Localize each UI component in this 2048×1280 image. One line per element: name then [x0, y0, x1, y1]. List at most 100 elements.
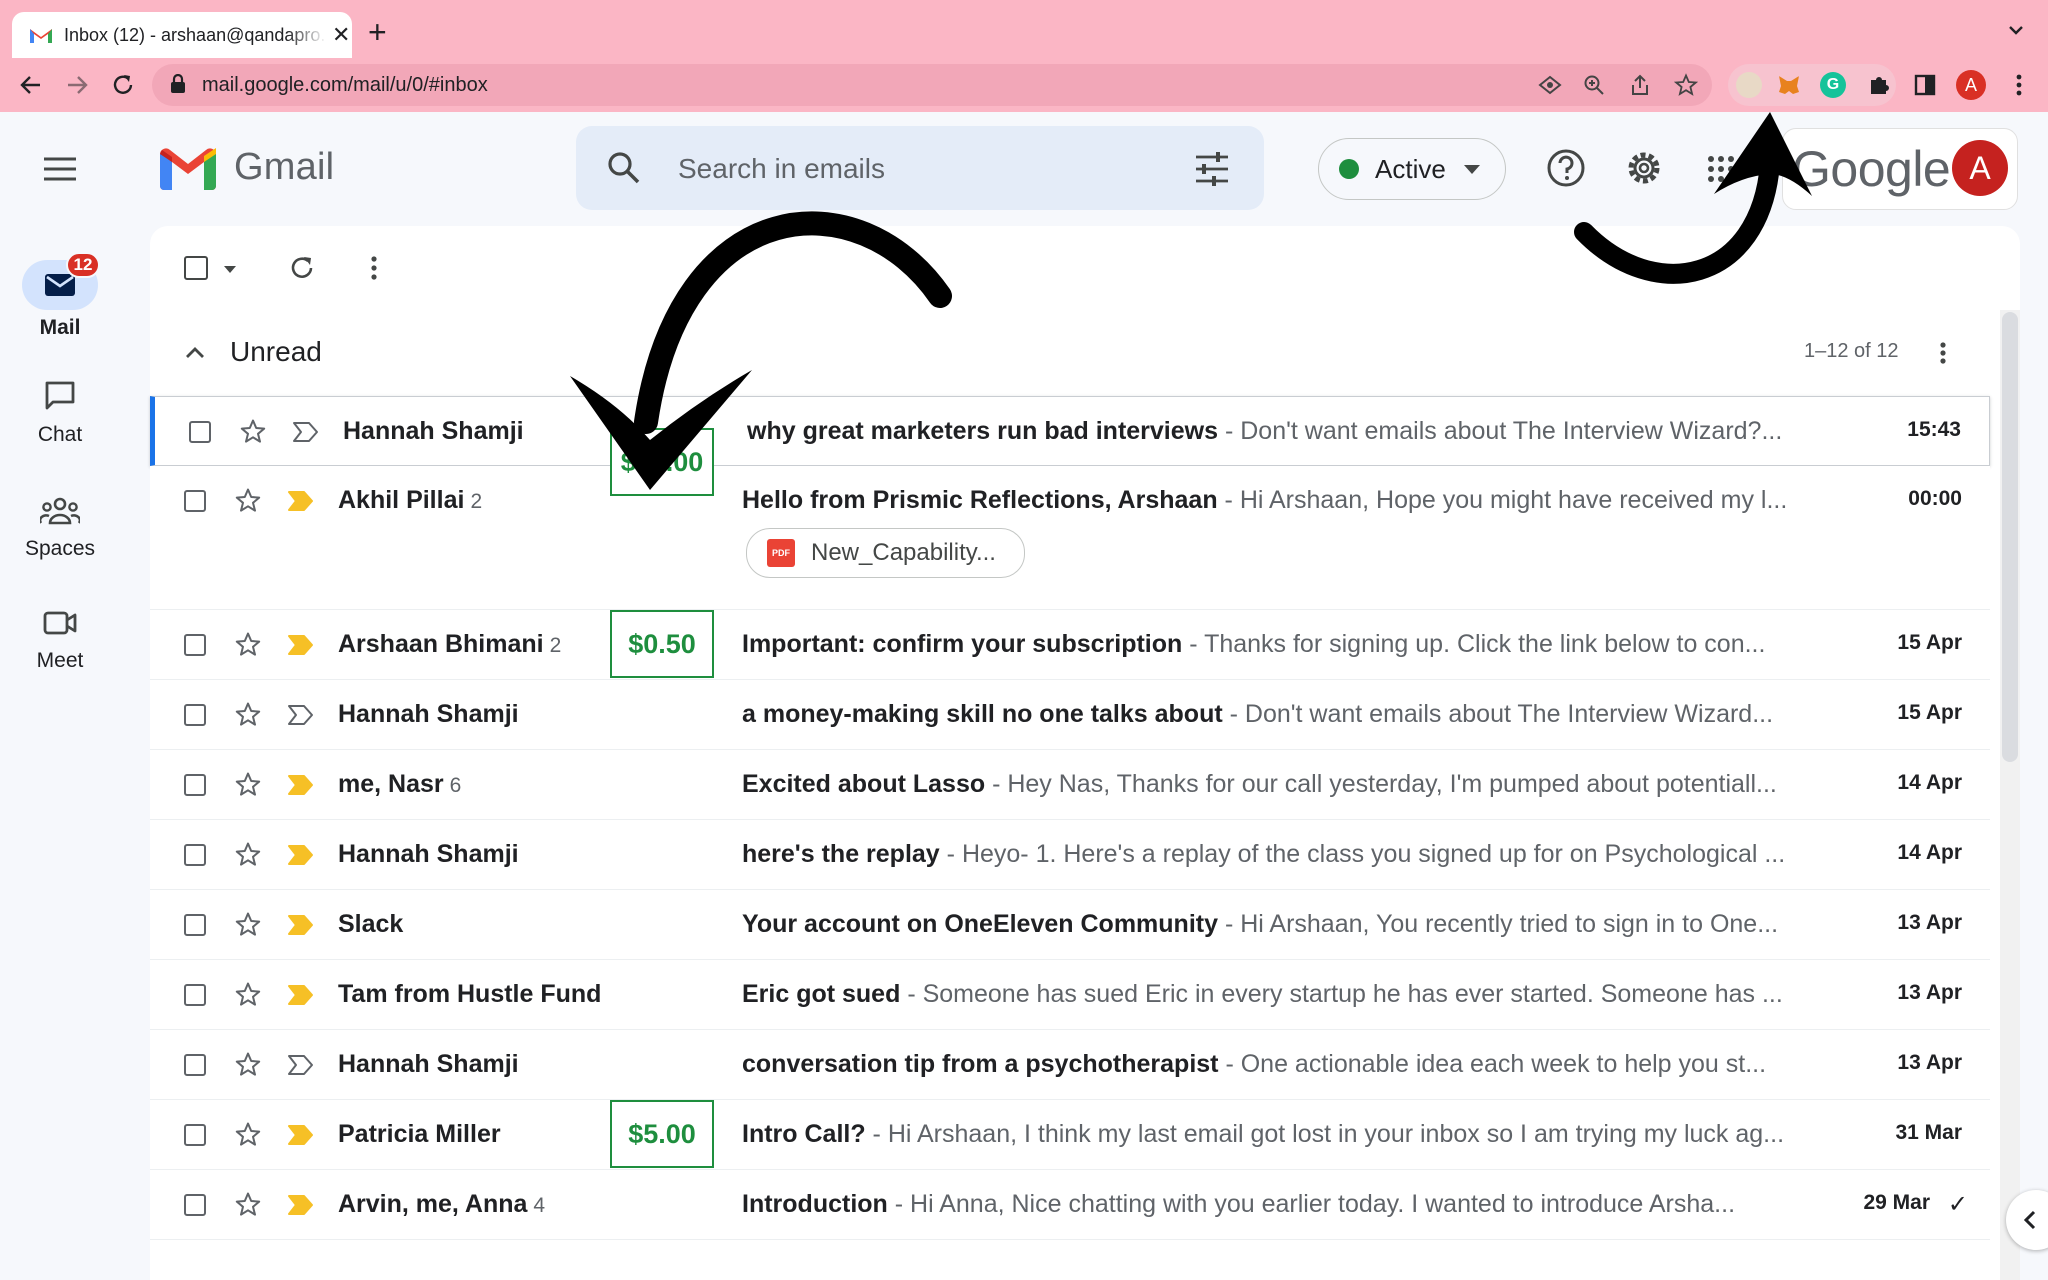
email-row[interactable]: Arvin, me, Anna 4 Introduction - Hi Anna, … — [150, 1170, 1990, 1240]
row-checkbox[interactable] — [184, 1124, 206, 1146]
more-actions-icon[interactable] — [360, 254, 388, 282]
tab-search-chevron-icon[interactable] — [2006, 20, 2026, 40]
email-row[interactable]: Akhil Pillai2$25.00Hello from Prismic Re… — [150, 428, 1990, 610]
price-tag: $0.50 — [610, 610, 714, 678]
email-subject: Your account on OneEleven Community — [742, 910, 1218, 938]
row-checkbox[interactable] — [184, 704, 206, 726]
main-menu-icon[interactable] — [42, 154, 78, 184]
gmail-logo-icon[interactable] — [160, 148, 216, 190]
email-snippet: Hi Arshaan, I think my last email got lo… — [887, 1120, 1785, 1148]
row-checkbox[interactable] — [184, 984, 206, 1006]
email-row[interactable]: Hannah Shamji here's the replay - Heyo- 1… — [150, 820, 1990, 890]
importance-marker-icon[interactable] — [286, 1194, 314, 1216]
star-icon[interactable] — [234, 631, 262, 659]
row-checkbox[interactable] — [189, 421, 211, 443]
email-row[interactable]: Patricia Miller $5.00 Intro Call? - Hi Ars… — [150, 1100, 1990, 1170]
importance-marker-icon[interactable] — [286, 984, 314, 1006]
metamask-fox-icon[interactable] — [1776, 72, 1802, 98]
section-options-icon[interactable] — [1930, 340, 1956, 366]
rail-chat-button[interactable]: Chat — [0, 380, 120, 447]
back-icon[interactable] — [18, 72, 44, 98]
email-row[interactable]: Hannah Shamji conversation tip from a psy… — [150, 1030, 1990, 1100]
attachment-chip[interactable]: PDF New_Capability... — [746, 528, 1025, 578]
email-date: 13 Apr — [1897, 911, 1962, 934]
importance-marker-icon[interactable] — [286, 844, 314, 866]
privacy-eye-icon[interactable] — [1538, 73, 1562, 97]
star-icon[interactable] — [234, 1191, 262, 1219]
email-row[interactable]: Arshaan Bhimani 2 $0.50 Important: confirm … — [150, 610, 1990, 680]
importance-marker-icon[interactable] — [286, 1054, 314, 1076]
rail-spaces-button[interactable]: Spaces — [0, 496, 120, 561]
row-checkbox[interactable] — [184, 844, 206, 866]
subject-line: Your account on OneEleven Community - Hi… — [742, 910, 1954, 939]
browser-profile-avatar[interactable]: A — [1956, 70, 1986, 100]
email-date: 14 Apr — [1897, 841, 1962, 864]
browser-menu-icon[interactable] — [2006, 72, 2032, 98]
section-collapse-chevron-icon[interactable] — [182, 340, 208, 366]
importance-marker-icon[interactable] — [286, 914, 314, 936]
rail-meet-button[interactable]: Meet — [0, 608, 120, 673]
lock-icon[interactable] — [170, 74, 186, 94]
subject-separator: - — [1217, 486, 1240, 514]
refresh-icon[interactable] — [288, 254, 316, 282]
tab-close-icon[interactable]: ✕ — [332, 24, 350, 46]
star-icon[interactable] — [234, 1051, 262, 1079]
rail-spaces-label: Spaces — [24, 537, 96, 560]
url-text[interactable]: mail.google.com/mail/u/0/#inbox — [202, 74, 488, 97]
status-label: Active — [1375, 153, 1446, 184]
extensions-puzzle-icon[interactable] — [1866, 72, 1892, 98]
reload-icon[interactable] — [110, 72, 136, 98]
row-checkbox[interactable] — [184, 914, 206, 936]
browser-tab[interactable]: Inbox (12) - arshaan@qandapro.com ✕ — [12, 12, 352, 58]
bookmark-star-icon[interactable] — [1674, 73, 1698, 97]
select-all-checkbox[interactable] — [184, 256, 208, 280]
price-tag: $5.00 — [610, 1100, 714, 1168]
email-row[interactable]: Hannah Shamji why great marketers run bad… — [150, 396, 1990, 466]
select-menu-caret-icon[interactable] — [224, 266, 236, 273]
zoom-icon[interactable] — [1582, 73, 1606, 97]
status-dropdown[interactable]: Active — [1318, 138, 1506, 200]
row-checkbox[interactable] — [184, 490, 206, 512]
importance-marker-icon[interactable] — [291, 421, 319, 443]
star-icon[interactable] — [234, 1121, 262, 1149]
search-icon[interactable] — [606, 150, 642, 186]
star-icon[interactable] — [234, 771, 262, 799]
gmail-wordmark[interactable]: Gmail — [234, 146, 334, 189]
email-row[interactable]: me, Nasr 6 Excited about Lasso - Hey Nas, … — [150, 750, 1990, 820]
importance-marker-icon[interactable] — [286, 774, 314, 796]
forward-icon[interactable] — [64, 72, 90, 98]
scrollbar-thumb[interactable] — [2002, 312, 2018, 762]
importance-marker-icon[interactable] — [286, 634, 314, 656]
side-panel-icon[interactable] — [1912, 72, 1938, 98]
subject-line: Eric got sued - Someone has sued Eric in… — [742, 980, 1954, 1009]
account-avatar[interactable]: A — [1952, 140, 2008, 196]
importance-marker-icon[interactable] — [286, 704, 314, 726]
new-tab-button[interactable]: + — [368, 16, 387, 48]
star-icon[interactable] — [234, 701, 262, 729]
email-row[interactable]: Slack Your account on OneEleven Community… — [150, 890, 1990, 960]
row-checkbox[interactable] — [184, 1054, 206, 1076]
extension-avatar-icon[interactable] — [1736, 72, 1762, 98]
share-icon[interactable] — [1628, 73, 1652, 97]
email-row[interactable]: Hannah Shamji a money-making skill no one… — [150, 680, 1990, 750]
subject-separator: - — [865, 1120, 888, 1148]
email-date: 15 Apr — [1897, 701, 1962, 724]
subject-line: conversation tip from a psychotherapist … — [742, 1050, 1954, 1079]
importance-marker-icon[interactable] — [286, 1124, 314, 1146]
importance-marker-icon[interactable] — [286, 490, 314, 512]
star-icon[interactable] — [234, 981, 262, 1009]
sender-text: Tam from Hustle Fund — [338, 980, 602, 1008]
star-icon[interactable] — [239, 418, 267, 446]
star-icon[interactable] — [234, 841, 262, 869]
search-input[interactable] — [676, 148, 1160, 190]
email-snippet: Hi Arshaan, You recently tried to sign i… — [1240, 910, 1779, 938]
star-icon[interactable] — [234, 487, 262, 515]
email-row[interactable]: Tam from Hustle Fund Eric got sued - Some… — [150, 960, 1990, 1030]
row-checkbox[interactable] — [184, 634, 206, 656]
star-icon[interactable] — [234, 911, 262, 939]
row-checkbox[interactable] — [184, 774, 206, 796]
unread-count-badge: 12 — [66, 252, 100, 278]
row-checkbox[interactable] — [184, 1194, 206, 1216]
grammarly-icon[interactable]: G — [1820, 72, 1846, 98]
search-options-icon[interactable] — [1194, 152, 1230, 186]
